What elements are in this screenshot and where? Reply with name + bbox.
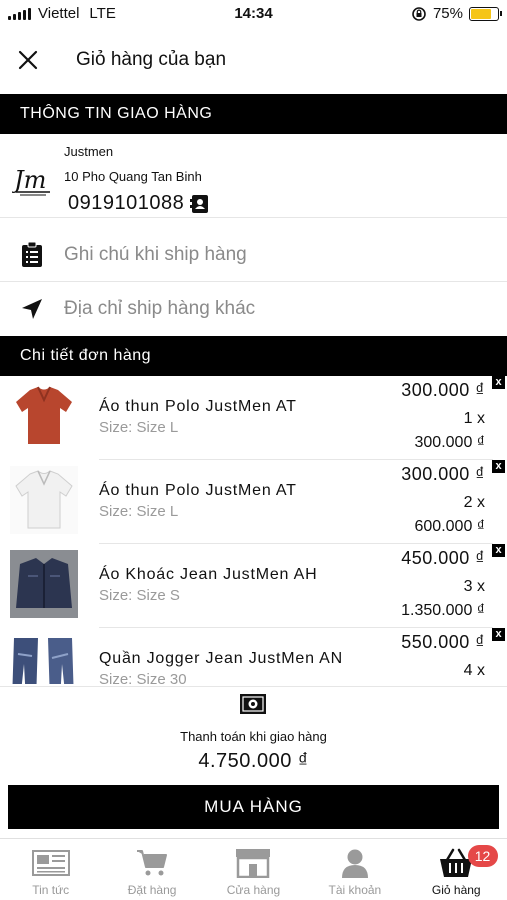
- item-size: Size: Size S: [99, 587, 180, 604]
- item-quantity: 2 x: [463, 494, 485, 511]
- item-total: 300.000 ₫: [414, 434, 486, 451]
- item-size: Size: Size L: [99, 419, 179, 436]
- product-image-polo-white: [10, 466, 78, 534]
- tab-order[interactable]: Đặt hàng: [101, 839, 202, 900]
- user-icon: [341, 849, 368, 878]
- shipping-note-row[interactable]: Ghi chú khi ship hàng: [0, 228, 507, 282]
- contact-card-icon: [190, 194, 209, 213]
- remove-item-button[interactable]: x: [492, 628, 505, 641]
- cash-icon: [240, 694, 266, 714]
- order-item[interactable]: Áo thun Polo JustMen AT Size: Size L 300…: [0, 376, 507, 460]
- tab-store[interactable]: Cửa hàng: [203, 839, 304, 900]
- close-button[interactable]: [0, 30, 56, 90]
- close-icon: [18, 50, 38, 70]
- item-price: 300.000 ₫: [401, 464, 485, 484]
- cart-count-badge: 12: [467, 845, 498, 867]
- payment-summary: Thanh toán khi giao hàng 4.750.000 ₫: [0, 686, 507, 780]
- contact-phone: 0919101088: [68, 192, 210, 215]
- other-address-row[interactable]: Địa chỉ ship hàng khác: [0, 282, 507, 336]
- contact-name: Justmen: [64, 144, 114, 159]
- item-quantity: 1 x: [463, 410, 485, 427]
- item-quantity: 4 x: [463, 662, 485, 679]
- phone-number: 0919101088: [68, 192, 185, 214]
- delivery-contact[interactable]: Jm Justmen 10 Pho Quang Tan Binh 0919101…: [0, 132, 507, 218]
- status-bar: Viettel LTE 14:34 75%: [0, 0, 507, 28]
- order-item[interactable]: Áo thun Polo JustMen AT Size: Size L 300…: [0, 460, 507, 544]
- svg-text:Jm: Jm: [12, 166, 46, 194]
- item-price: 450.000 ₫: [401, 548, 485, 568]
- status-right: 75%: [411, 5, 502, 22]
- item-name: Áo thun Polo JustMen AT: [99, 398, 297, 415]
- bottom-tab-bar: Tin tức Đặt hàng Cửa hàng Tài khoản Giỏ …: [0, 838, 507, 900]
- location-arrow-icon: [22, 299, 42, 319]
- battery-percent: 75%: [432, 5, 463, 22]
- battery-icon: [469, 6, 502, 21]
- item-name: Quần Jogger Jean JustMen AN: [99, 650, 343, 667]
- justmen-logo: Jm: [12, 166, 50, 196]
- item-price: 300.000 ₫: [401, 380, 485, 400]
- header: Giỏ hàng của bạn: [0, 30, 507, 90]
- product-image-jogger-jean: [10, 634, 78, 684]
- payment-method: Thanh toán khi giao hàng: [180, 729, 327, 744]
- clipboard-icon: [22, 241, 42, 267]
- product-image-polo-red: [16, 386, 72, 444]
- tab-cart[interactable]: Giỏ hàng 12: [406, 839, 507, 900]
- remove-item-button[interactable]: x: [492, 460, 505, 473]
- product-image-jean-jacket: [10, 550, 78, 618]
- other-address-label: Địa chỉ ship hàng khác: [64, 298, 256, 319]
- store-icon: [236, 849, 271, 878]
- tab-account[interactable]: Tài khoản: [304, 839, 405, 900]
- cart-icon: [137, 850, 168, 876]
- order-section-header: Chi tiết đơn hàng: [0, 336, 507, 376]
- remove-item-button[interactable]: x: [492, 544, 505, 557]
- tab-label: Giỏ hàng: [431, 883, 481, 897]
- tab-label: Đặt hàng: [127, 883, 177, 897]
- newspaper-icon: [31, 850, 70, 876]
- remove-item-button[interactable]: x: [492, 376, 505, 389]
- rotation-lock-icon: [412, 6, 426, 21]
- delivery-section-header: THÔNG TIN GIAO HÀNG: [0, 94, 507, 134]
- item-total: 600.000 ₫: [414, 518, 486, 535]
- order-item[interactable]: Quần Jogger Jean JustMen AN Size: Size 3…: [0, 628, 507, 684]
- item-total: 1.350.000 ₫: [401, 602, 485, 619]
- order-total: 4.750.000 ₫: [198, 750, 309, 772]
- page-title: Giỏ hàng của bạn: [76, 49, 227, 70]
- item-price: 550.000 ₫: [401, 632, 485, 652]
- item-name: Áo Khoác Jean JustMen AH: [99, 566, 318, 583]
- item-size: Size: Size L: [99, 503, 179, 520]
- item-name: Áo thun Polo JustMen AT: [99, 482, 297, 499]
- shipping-note-input[interactable]: Ghi chú khi ship hàng: [64, 244, 247, 266]
- buy-button[interactable]: MUA HÀNG: [8, 785, 499, 829]
- item-size: Size: Size 30: [99, 671, 187, 684]
- order-items-list[interactable]: Áo thun Polo JustMen AT Size: Size L 300…: [0, 376, 507, 684]
- order-item[interactable]: Áo Khoác Jean JustMen AH Size: Size S 45…: [0, 544, 507, 628]
- item-quantity: 3 x: [463, 578, 485, 595]
- tab-label: Cửa hàng: [226, 883, 281, 897]
- tab-label: Tin tức: [32, 883, 70, 897]
- tab-news[interactable]: Tin tức: [0, 839, 101, 900]
- contact-address: 10 Pho Quang Tan Binh: [64, 169, 202, 184]
- tab-label: Tài khoản: [328, 883, 382, 897]
